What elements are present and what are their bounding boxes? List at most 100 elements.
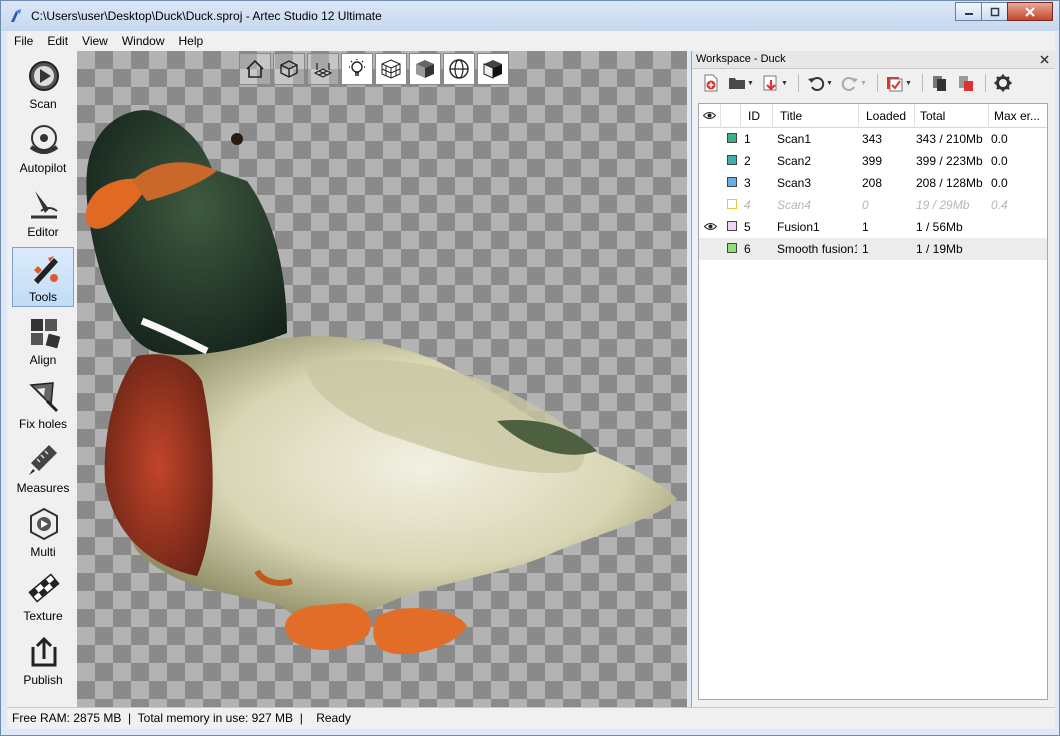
open-button[interactable]: ▼ bbox=[726, 72, 756, 94]
gear-icon bbox=[994, 74, 1012, 92]
undo-button[interactable]: ▼ bbox=[805, 72, 835, 94]
color-column-header[interactable] bbox=[721, 104, 741, 128]
solid-icon bbox=[416, 60, 434, 78]
toolbar-separator bbox=[798, 74, 799, 92]
workspace-close-button[interactable] bbox=[1040, 52, 1049, 67]
grid-button[interactable] bbox=[307, 53, 339, 85]
import-icon bbox=[763, 75, 777, 91]
row-id: 2 bbox=[744, 154, 751, 168]
table-row[interactable]: 3 Scan3 208 208 / 128Mb 0.0 bbox=[699, 172, 1047, 194]
row-loaded: 1 bbox=[862, 242, 869, 256]
table-row[interactable]: 6 Smooth fusion1 1 1 / 19Mb bbox=[699, 238, 1047, 260]
ready-status: Ready bbox=[316, 711, 351, 725]
select-all-button[interactable]: ▼ bbox=[884, 72, 914, 94]
delete-icon bbox=[959, 76, 973, 91]
tool-editor[interactable]: Editor bbox=[12, 183, 74, 243]
home-view-button[interactable] bbox=[239, 53, 271, 85]
table-header: ID Title Loaded Total Max er... bbox=[699, 104, 1047, 128]
menu-window[interactable]: Window bbox=[115, 31, 172, 51]
sphere-button[interactable] bbox=[443, 53, 475, 85]
tool-label: Measures bbox=[16, 481, 70, 495]
toolbar-separator bbox=[985, 74, 986, 92]
light-button[interactable] bbox=[341, 53, 373, 85]
menu-bar: File Edit View Window Help bbox=[7, 31, 1055, 51]
tool-scan[interactable]: Scan bbox=[12, 55, 74, 115]
3d-viewport[interactable] bbox=[77, 51, 687, 707]
column-header-id[interactable]: ID bbox=[741, 104, 773, 128]
row-loaded: 399 bbox=[862, 154, 883, 168]
scan-icon bbox=[29, 61, 59, 91]
redo-icon bbox=[841, 77, 859, 91]
checkbox-icon bbox=[887, 77, 903, 92]
row-title: Scan2 bbox=[777, 154, 812, 168]
row-title: Scan3 bbox=[777, 176, 812, 190]
eye-icon[interactable] bbox=[704, 222, 717, 231]
menu-view[interactable]: View bbox=[75, 31, 115, 51]
light-icon bbox=[349, 59, 365, 76]
menu-edit[interactable]: Edit bbox=[40, 31, 75, 51]
table-row[interactable]: 4 Scan4 0 19 / 29Mb 0.4 bbox=[699, 194, 1047, 216]
fix-holes-icon bbox=[29, 382, 59, 413]
column-header-title[interactable]: Title bbox=[773, 104, 859, 128]
solid-button[interactable] bbox=[409, 53, 441, 85]
table-row[interactable]: 1 Scan1 343 343 / 210Mb 0.0 bbox=[699, 128, 1047, 150]
tool-tools[interactable]: Tools bbox=[12, 247, 74, 307]
import-button[interactable]: ▼ bbox=[760, 72, 790, 94]
app-window: C:\Users\user\Desktop\Duck\Duck.sproj - … bbox=[0, 0, 1060, 736]
app-icon bbox=[11, 9, 21, 22]
texture-icon bbox=[28, 573, 60, 603]
autopilot-icon bbox=[29, 125, 59, 154]
column-header-loaded[interactable]: Loaded bbox=[859, 104, 915, 128]
tool-measures[interactable]: Measures bbox=[12, 439, 74, 499]
add-button[interactable] bbox=[700, 72, 722, 94]
menu-help[interactable]: Help bbox=[172, 31, 211, 51]
view-toolbar bbox=[239, 53, 511, 87]
row-max-error: 0.0 bbox=[991, 132, 1008, 146]
row-max-error: 0.0 bbox=[991, 154, 1008, 168]
menu-file[interactable]: File bbox=[7, 31, 40, 51]
maximize-button[interactable] bbox=[981, 2, 1008, 21]
table-row[interactable]: 2 Scan2 399 399 / 223Mb 0.0 bbox=[699, 150, 1047, 172]
visibility-column-header[interactable] bbox=[699, 104, 721, 128]
measures-icon bbox=[29, 445, 57, 475]
workspace-toolbar: ▼ ▼ ▼ ▼ ▼ bbox=[692, 70, 1055, 96]
status-separator: | bbox=[296, 711, 313, 725]
close-button[interactable] bbox=[1007, 2, 1053, 21]
tool-fix-holes[interactable]: Fix holes bbox=[12, 375, 74, 435]
settings-button[interactable] bbox=[992, 72, 1014, 94]
column-header-total[interactable]: Total bbox=[915, 104, 989, 128]
textured-button[interactable] bbox=[477, 53, 509, 85]
toolbar-separator bbox=[877, 74, 878, 92]
row-loaded: 208 bbox=[862, 176, 883, 190]
color-swatch[interactable] bbox=[727, 177, 737, 187]
copy-button[interactable] bbox=[929, 72, 951, 94]
tools-sidebar: Scan Autopilot Editor Tools Align Fix ho… bbox=[7, 51, 77, 707]
minimize-button[interactable] bbox=[955, 2, 982, 21]
color-swatch[interactable] bbox=[727, 155, 737, 165]
tool-align[interactable]: Align bbox=[12, 311, 74, 371]
row-total: 1 / 56Mb bbox=[916, 220, 963, 234]
tool-texture[interactable]: Texture bbox=[12, 567, 74, 627]
color-swatch[interactable] bbox=[727, 199, 737, 209]
tool-publish[interactable]: Publish bbox=[12, 631, 74, 691]
duck-model[interactable] bbox=[77, 51, 687, 707]
color-swatch[interactable] bbox=[727, 243, 737, 253]
row-title: Scan1 bbox=[777, 132, 812, 146]
wireframe-button[interactable] bbox=[375, 53, 407, 85]
bounding-box-button[interactable] bbox=[273, 53, 305, 85]
bounding-box-icon bbox=[280, 60, 298, 78]
tool-multi[interactable]: Multi bbox=[12, 503, 74, 563]
delete-button[interactable] bbox=[955, 72, 977, 94]
redo-button[interactable]: ▼ bbox=[839, 72, 869, 94]
multi-icon bbox=[30, 507, 58, 541]
tool-label: Scan bbox=[29, 97, 57, 111]
table-row[interactable]: 5 Fusion1 1 1 / 56Mb bbox=[699, 216, 1047, 238]
tool-autopilot[interactable]: Autopilot bbox=[12, 119, 74, 179]
column-header-max-error[interactable]: Max er... bbox=[989, 104, 1047, 128]
grid-icon bbox=[313, 63, 333, 78]
window-title: C:\Users\user\Desktop\Duck\Duck.sproj - … bbox=[31, 9, 382, 23]
chevron-down-icon: ▼ bbox=[826, 79, 833, 87]
maximize-icon bbox=[990, 7, 999, 16]
color-swatch[interactable] bbox=[727, 133, 737, 143]
color-swatch[interactable] bbox=[727, 221, 737, 231]
